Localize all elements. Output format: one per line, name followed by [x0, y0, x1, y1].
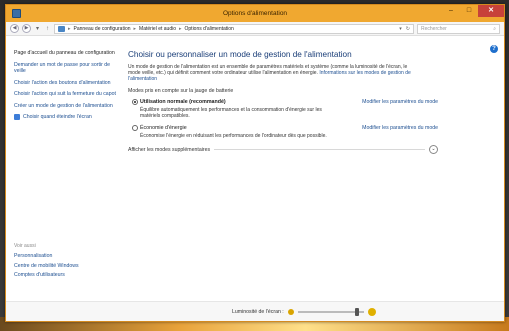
sidebar-item-control-panel-home[interactable]: Page d'accueil du panneau de configurati… — [14, 50, 120, 57]
refresh-icon[interactable]: ↻ — [406, 26, 410, 32]
page-title: Choisir ou personnaliser un mode de gest… — [128, 50, 352, 59]
title-bar[interactable]: Options d'alimentation – □ ✕ — [6, 5, 504, 22]
brightness-high-icon — [367, 308, 376, 316]
minimize-button[interactable]: – — [442, 5, 460, 17]
plan-balanced-description: Équilibre automatiquement les performanc… — [140, 106, 322, 119]
more-plans-row[interactable]: Afficher les modes supplémentaires ⌄ — [128, 145, 438, 155]
sidebar-item-power-buttons[interactable]: Choisir l'action des boutons d'alimentat… — [14, 80, 120, 87]
brightness-control: Luminosité de l'écran : — [232, 308, 376, 316]
more-plans-label[interactable]: Afficher les modes supplémentaires — [128, 147, 210, 153]
status-bar: Luminosité de l'écran : — [6, 301, 504, 321]
brightness-low-icon — [287, 309, 294, 315]
plan-balanced: Utilisation normale (recommandé) Modifie… — [128, 98, 438, 119]
power-options-icon — [12, 9, 21, 18]
see-also-mobility-center[interactable]: Centre de mobilité Windows — [14, 263, 79, 270]
brightness-label: Luminosité de l'écran : — [232, 309, 284, 315]
breadcrumb-power-options[interactable]: Options d'alimentation — [185, 26, 234, 32]
see-also-user-accounts[interactable]: Comptes d'utilisateurs — [14, 272, 79, 279]
up-arrow-icon[interactable]: ↑ — [44, 26, 51, 32]
brightness-slider-thumb[interactable] — [355, 308, 360, 316]
page-description: Un mode de gestion de l'alimentation est… — [128, 64, 413, 83]
see-also-personalization[interactable]: Personnalisation — [14, 253, 79, 260]
sidebar-item-label: Choisir quand éteindre l'écran — [23, 114, 92, 120]
forward-arrow-icon[interactable]: ▶ — [22, 24, 31, 33]
power-options-window: Options d'alimentation – □ ✕ ◀ ▶ ▾ ↑ ▸ P… — [5, 4, 505, 322]
plan-balanced-radio[interactable] — [132, 98, 138, 105]
display-icon — [14, 114, 20, 120]
divider — [214, 149, 425, 151]
see-also-heading: Voir aussi — [14, 243, 36, 249]
section-label: Modes pris en compte sur la jauge de bat… — [128, 87, 234, 94]
address-dropdown-icon[interactable]: ▾ — [399, 26, 402, 32]
control-panel-icon — [58, 25, 65, 32]
sidebar-item-lid-close[interactable]: Choisir l'action qui suit la fermeture d… — [14, 91, 120, 98]
breadcrumb-separator-icon[interactable]: ▸ — [68, 26, 71, 32]
sidebar-item-create-plan[interactable]: Créer un mode de gestion de l'alimentati… — [14, 103, 120, 110]
see-also-links: Personnalisation Centre de mobilité Wind… — [14, 253, 79, 282]
main-content: Choisir ou personnaliser un mode de gest… — [128, 36, 494, 321]
search-placeholder: Rechercher — [421, 25, 447, 32]
plan-power-saver-name[interactable]: Économie d'énergie — [140, 125, 187, 131]
breadcrumb-separator-icon[interactable]: ▸ — [179, 26, 182, 32]
plan-power-saver: Économie d'énergie Modifier les paramètr… — [128, 125, 438, 139]
plan-power-saver-description: Économise l'énergie en réduisant les per… — [140, 133, 327, 140]
address-bar: ◀ ▶ ▾ ↑ ▸ Panneau de configuration ▸ Mat… — [6, 22, 504, 36]
maximize-button[interactable]: □ — [460, 5, 478, 17]
plan-balanced-settings-link[interactable]: Modifier les paramètres du mode — [362, 99, 438, 105]
breadcrumb-control-panel[interactable]: Panneau de configuration — [74, 26, 131, 32]
window-controls: – □ ✕ — [442, 5, 504, 19]
expand-chevron-icon[interactable]: ⌄ — [429, 145, 438, 155]
close-button[interactable]: ✕ — [478, 5, 504, 17]
plan-power-saver-radio[interactable] — [132, 125, 138, 132]
brightness-slider[interactable] — [297, 308, 364, 316]
search-icon[interactable]: ⌕ — [493, 26, 496, 32]
sidebar-item-wake-password[interactable]: Demander un mot de passe pour sortir de … — [14, 62, 120, 75]
address-field[interactable]: ▸ Panneau de configuration ▸ Matériel et… — [54, 23, 414, 34]
window-title: Options d'alimentation — [222, 10, 288, 17]
plan-power-saver-settings-link[interactable]: Modifier les paramètres du mode — [362, 125, 438, 131]
sidebar-item-display-off[interactable]: Choisir quand éteindre l'écran — [14, 114, 120, 121]
search-input[interactable]: Rechercher ⌕ — [417, 23, 500, 34]
breadcrumb-hardware-sound[interactable]: Matériel et audio — [139, 26, 176, 32]
recent-pages-chevron-icon[interactable]: ▾ — [34, 25, 41, 32]
breadcrumb-separator-icon[interactable]: ▸ — [134, 26, 137, 32]
back-arrow-icon[interactable]: ◀ — [10, 24, 19, 33]
plan-balanced-name[interactable]: Utilisation normale (recommandé) — [140, 99, 226, 105]
